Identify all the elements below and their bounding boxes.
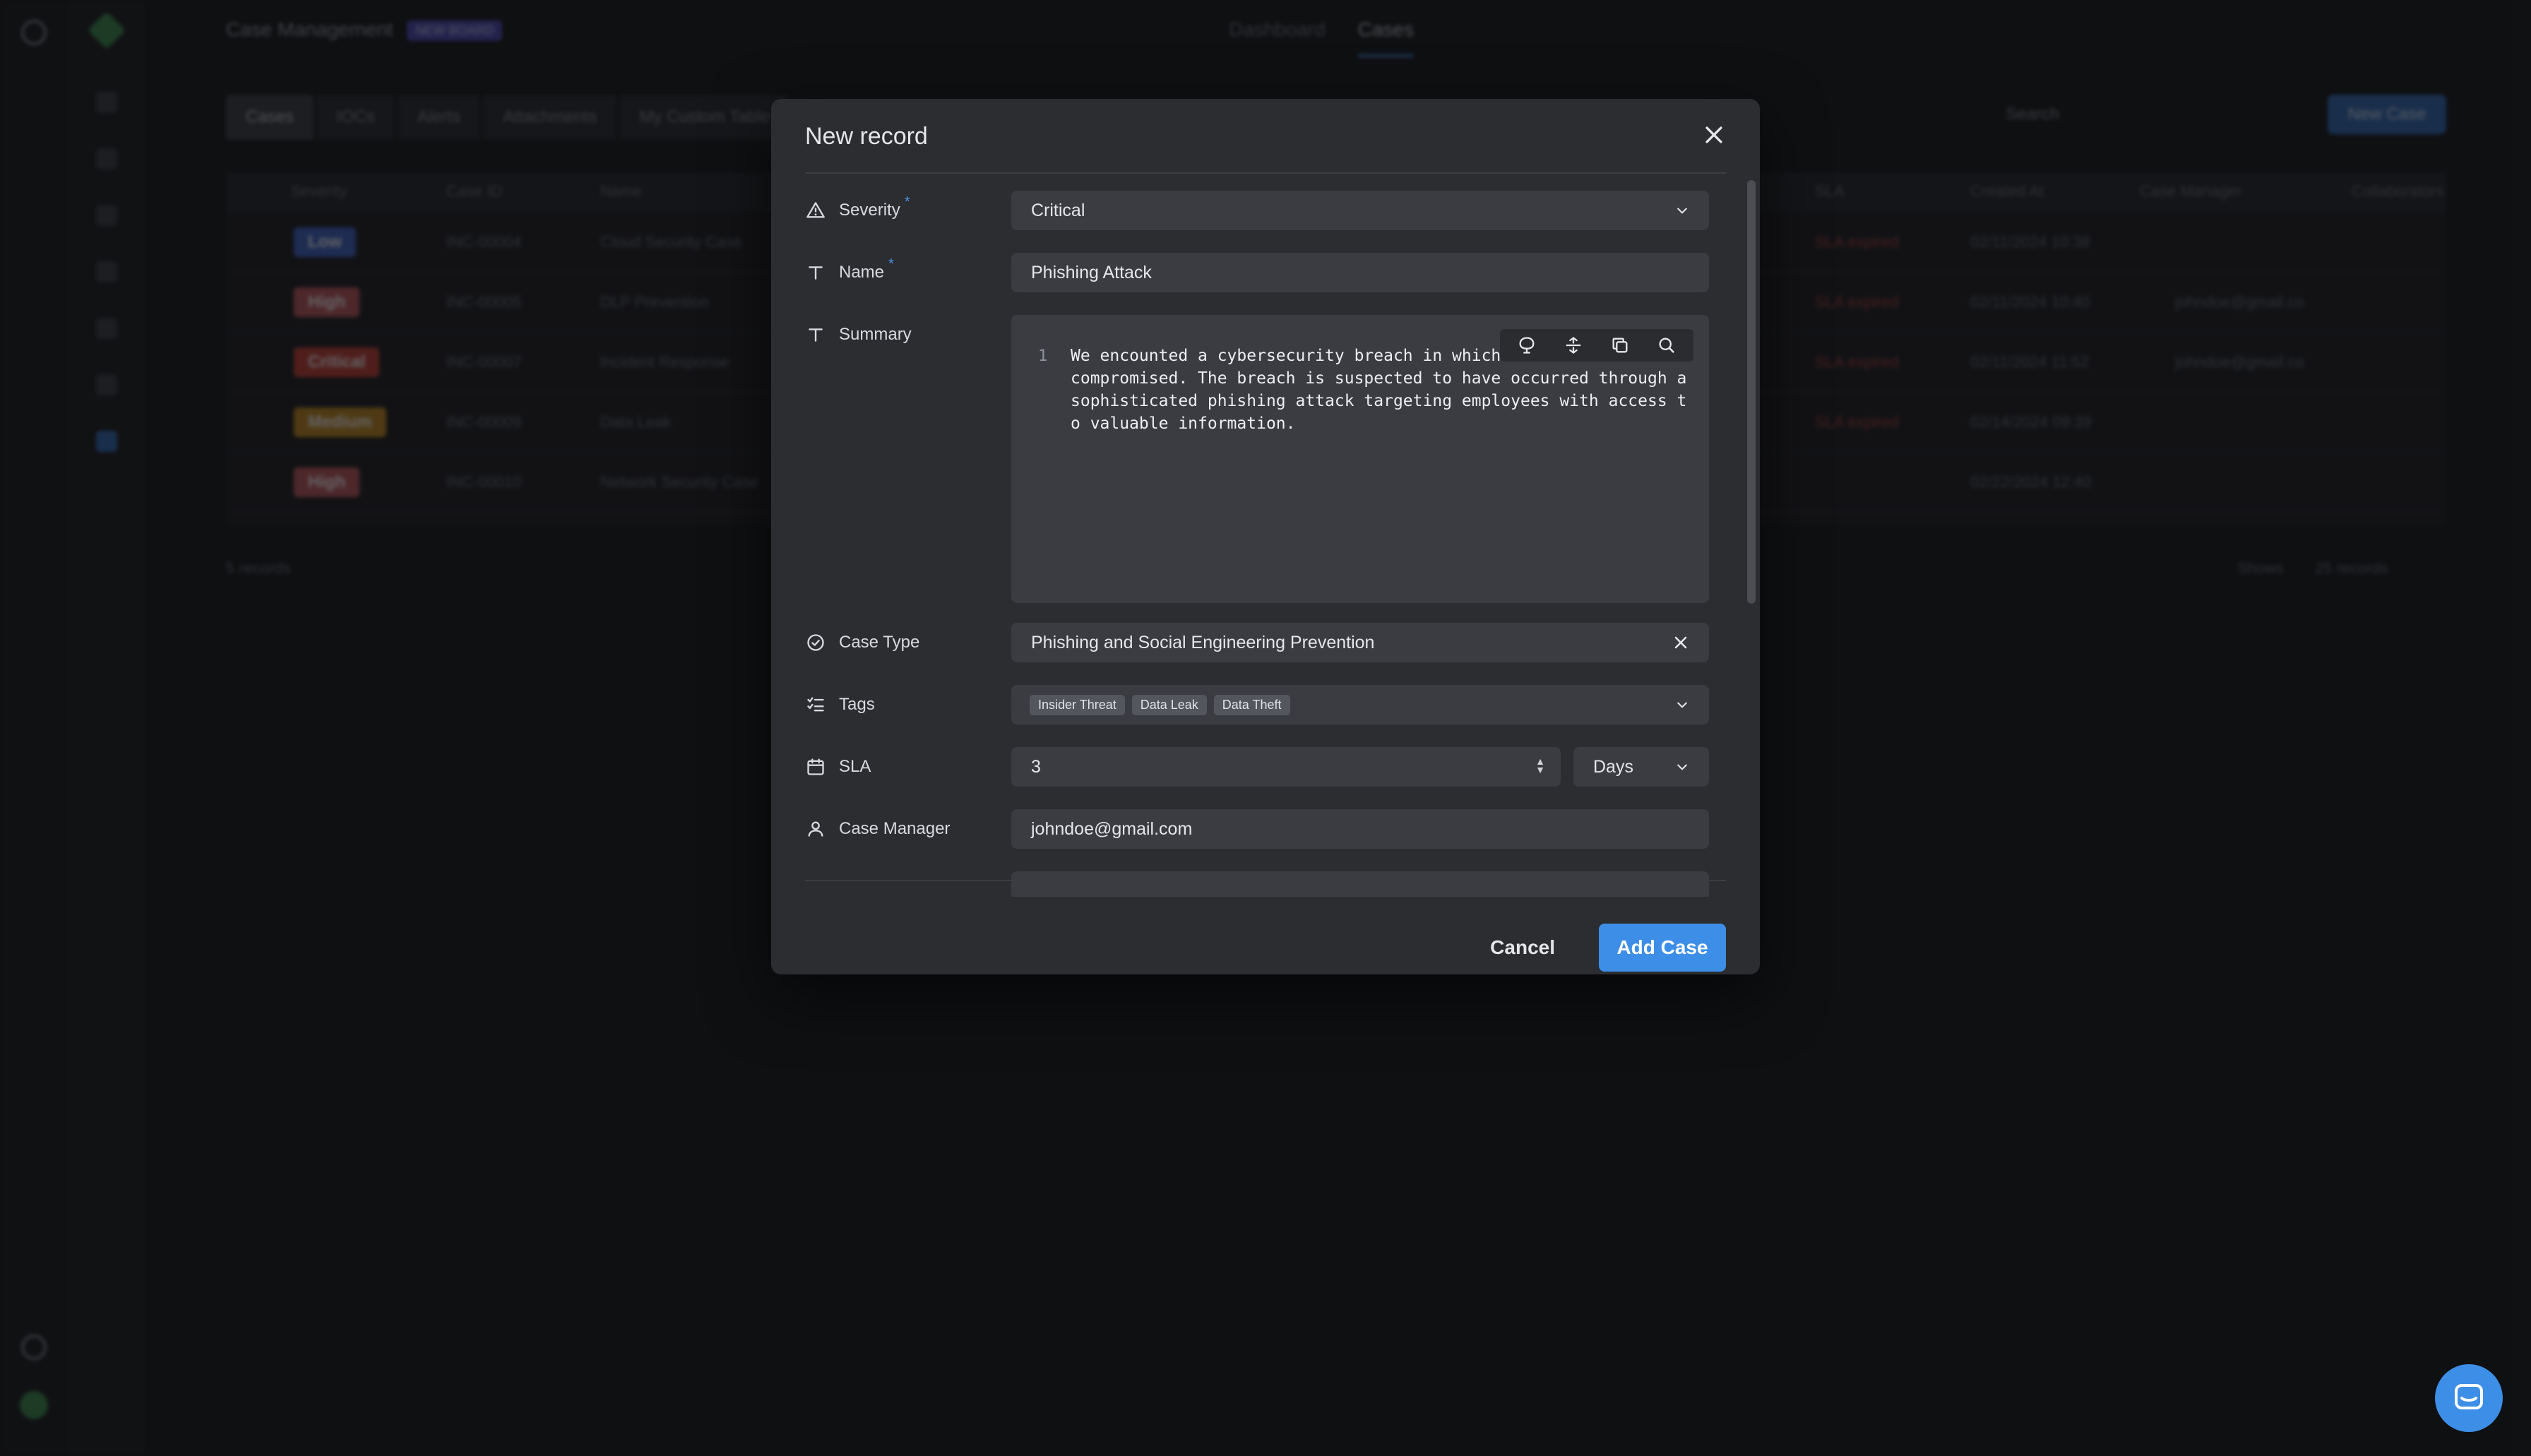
sla-label: SLA: [805, 747, 871, 787]
severity-select[interactable]: Critical: [1011, 191, 1709, 230]
sla-number-input[interactable]: 3 ▲ ▼: [1011, 747, 1561, 787]
search-icon: [1659, 338, 1674, 353]
copy-button[interactable]: [1597, 329, 1643, 362]
modal-body: Severity * Critical Name * Phishing Atta…: [805, 191, 1737, 897]
case-type-label: Case Type: [805, 623, 919, 662]
chevron-down-icon: [1677, 764, 1687, 770]
warning-icon: [805, 200, 826, 221]
case-manager-input[interactable]: johndoe@gmail.com: [1011, 809, 1709, 849]
check-circle-icon: [805, 632, 826, 653]
modal-footer: Cancel Add Case: [771, 904, 1760, 974]
sla-unit-select[interactable]: Days: [1573, 747, 1709, 787]
modal-title: New record: [805, 123, 928, 150]
wrap-icon: [1566, 337, 1581, 354]
summary-label: Summary: [805, 315, 912, 354]
name-label-text: Name: [839, 263, 885, 282]
tags-select[interactable]: Insider Threat Data Leak Data Theft: [1011, 685, 1709, 724]
chat-icon: [2455, 1384, 2483, 1409]
tag-chip[interactable]: Insider Threat: [1030, 694, 1125, 715]
calendar-icon: [805, 756, 826, 777]
required-marker: *: [904, 193, 910, 210]
sla-unit-value: Days: [1593, 756, 1633, 777]
format-icon: [1519, 337, 1535, 354]
chevron-down-icon: [1677, 702, 1687, 708]
tag-chip[interactable]: Data Leak: [1131, 694, 1207, 715]
required-marker: *: [888, 256, 894, 272]
wrap-button[interactable]: [1551, 329, 1596, 362]
case-manager-value: johndoe@gmail.com: [1031, 818, 1193, 839]
editor-toolbar: [1500, 329, 1693, 362]
modal-scrollbar[interactable]: [1747, 180, 1756, 886]
case-type-value: Phishing and Social Engineering Preventi…: [1031, 632, 1375, 652]
close-icon[interactable]: [1702, 123, 1726, 147]
add-case-button[interactable]: Add Case: [1599, 924, 1726, 972]
name-value: Phishing Attack: [1031, 262, 1152, 282]
format-button[interactable]: [1504, 329, 1549, 362]
name-input[interactable]: Phishing Attack: [1011, 253, 1709, 292]
name-label: Name *: [805, 253, 894, 292]
line-number: 1: [1038, 347, 1048, 365]
sla-value: 3: [1031, 756, 1041, 777]
scroll-thumb[interactable]: [1747, 180, 1756, 604]
summary-editor[interactable]: 1 We encounted a cybersecurity breach in…: [1011, 315, 1709, 603]
severity-label: Severity *: [805, 191, 910, 230]
search-button[interactable]: [1644, 329, 1689, 362]
new-record-modal: New record Severity * Critical Name * Ph…: [771, 99, 1760, 974]
case-manager-label: Case Manager: [805, 809, 950, 849]
clear-icon[interactable]: [1672, 634, 1689, 651]
copy-icon: [1612, 338, 1628, 353]
chat-button[interactable]: [2435, 1364, 2503, 1432]
text-icon: [805, 262, 826, 283]
sla-label-text: SLA: [839, 757, 871, 776]
tags-label-text: Tags: [839, 695, 875, 714]
summary-label-text: Summary: [839, 325, 912, 344]
modal-header: New record: [805, 99, 1726, 174]
severity-label-text: Severity: [839, 201, 900, 220]
case-type-label-text: Case Type: [839, 633, 920, 652]
chevron-down-icon: [1677, 208, 1687, 214]
tags-label: Tags: [805, 685, 875, 724]
text-icon: [805, 324, 826, 345]
cancel-button[interactable]: Cancel: [1482, 924, 1564, 972]
stepper-icon[interactable]: ▲ ▼: [1535, 756, 1545, 775]
next-field-input[interactable]: [1011, 871, 1709, 897]
user-icon: [805, 818, 826, 840]
severity-value: Critical: [1031, 200, 1085, 220]
footer-divider: [805, 880, 1726, 881]
tag-chip[interactable]: Data Theft: [1213, 694, 1290, 715]
checklist-icon: [805, 694, 826, 715]
case-type-select[interactable]: Phishing and Social Engineering Preventi…: [1011, 623, 1709, 662]
case-manager-label-text: Case Manager: [839, 819, 951, 838]
